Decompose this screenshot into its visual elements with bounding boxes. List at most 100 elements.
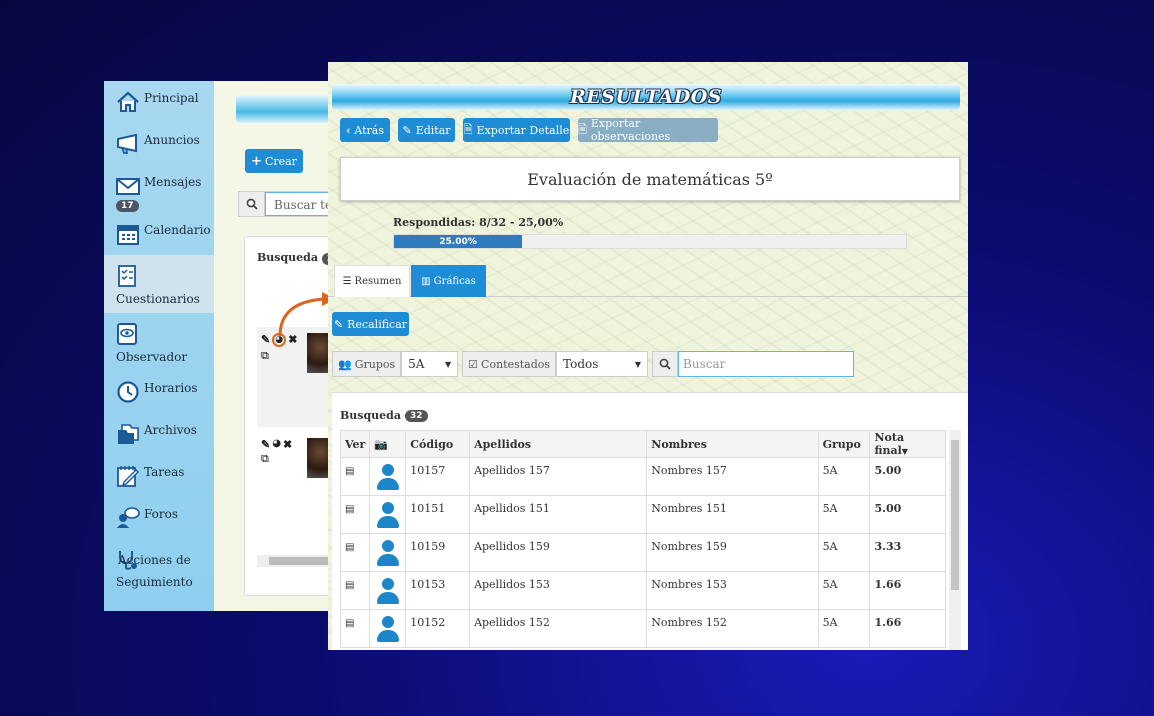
sidebar-item-cuestionarios[interactable]: Cuestionarios xyxy=(104,255,214,313)
eye-icon xyxy=(117,323,137,345)
view-cell[interactable]: ▤ xyxy=(339,571,371,610)
col-nota-final[interactable]: Nota final▼ xyxy=(869,430,946,458)
nota-cell: 5.00 xyxy=(869,457,946,496)
codigo-cell: 10159 xyxy=(405,533,471,572)
copy-icon[interactable]: ⧉ xyxy=(261,349,269,363)
tab-resumen[interactable]: ☰ Resumen xyxy=(334,265,410,297)
sidebar-item-horarios[interactable]: Horarios xyxy=(104,371,214,413)
vertical-scrollbar[interactable] xyxy=(949,430,961,650)
nota-cell: 5.00 xyxy=(869,495,946,534)
col-codigo[interactable]: Código xyxy=(405,430,471,458)
caret-down-icon: ▼ xyxy=(634,359,642,369)
grupo-cell: 5A xyxy=(817,609,871,648)
results-table: Ver 📷 Código Apellidos Nombres Grupo Not… xyxy=(339,430,946,648)
grupos-select[interactable]: 5A ▼ xyxy=(401,351,459,377)
table-row[interactable]: ▤ 10157 Apellidos 157 Nombres 157 5A 5.00 xyxy=(339,457,946,496)
plus-icon: + xyxy=(251,153,262,169)
view-details-icon[interactable]: ▤ xyxy=(345,466,354,477)
title-banner: RESULTADOS xyxy=(332,84,960,110)
pie-chart-icon[interactable]: ◕ xyxy=(272,438,281,451)
table-row[interactable]: ▤ 10151 Apellidos 151 Nombres 151 5A 5.00 xyxy=(339,495,946,534)
contestados-select[interactable]: Todos ▼ xyxy=(556,351,649,377)
view-details-icon[interactable]: ▤ xyxy=(345,542,354,553)
table-row[interactable]: ▤ 10152 Apellidos 152 Nombres 152 5A 1.66 xyxy=(339,609,946,648)
photo-cell xyxy=(369,609,407,648)
codigo-cell: 10152 xyxy=(405,609,471,648)
view-cell[interactable]: ▤ xyxy=(339,609,371,648)
notepad-icon xyxy=(117,466,139,487)
col-photo[interactable]: 📷 xyxy=(369,430,407,458)
apellidos-cell: Apellidos 153 xyxy=(469,571,648,610)
tab-graficas[interactable]: ▥ Gráficas xyxy=(411,265,486,297)
copy-icon[interactable]: ⧉ xyxy=(261,452,269,466)
view-details-icon[interactable]: ▤ xyxy=(345,504,354,515)
file-export-icon: 🗎 xyxy=(578,122,587,136)
view-cell[interactable]: ▤ xyxy=(339,533,371,572)
sidebar-item-label: Mensajes xyxy=(144,175,202,189)
sidebar-item-calendario[interactable]: Calendario xyxy=(104,213,214,255)
sidebar-item-observador[interactable]: Observador xyxy=(104,313,214,371)
view-details-icon[interactable]: ▤ xyxy=(345,618,354,629)
table-row[interactable]: ▤ 10159 Apellidos 159 Nombres 159 5A 3.33 xyxy=(339,533,946,572)
export-detail-button[interactable]: 🗎 Exportar Detalle xyxy=(463,118,570,142)
photo-cell xyxy=(369,533,407,572)
nombres-cell: Nombres 159 xyxy=(646,533,819,572)
bar-chart-icon: ▥ xyxy=(421,275,431,287)
recalificar-button[interactable]: ✎ Recalificar xyxy=(332,312,409,336)
sidebar-item-label: Acciones de Seguimiento xyxy=(116,553,193,589)
view-cell[interactable]: ▤ xyxy=(339,495,371,534)
grupo-cell: 5A xyxy=(817,495,871,534)
export-observations-button[interactable]: 🗎 Exportar observaciones xyxy=(578,117,718,143)
view-details-icon[interactable]: ▤ xyxy=(345,580,354,591)
responses-summary: Respondidas: 8/32 - 25,00% xyxy=(393,216,564,229)
back-button[interactable]: ‹ Atrás xyxy=(340,118,390,142)
user-avatar-icon xyxy=(376,540,400,568)
sidebar-item-mensajes[interactable]: Mensajes 17 xyxy=(104,165,214,213)
codigo-cell: 10157 xyxy=(405,457,471,496)
evaluation-title-box: Evaluación de matemáticas 5º xyxy=(340,157,960,201)
nota-cell: 1.66 xyxy=(869,571,946,610)
sidebar-item-anuncios[interactable]: Anuncios xyxy=(104,123,214,165)
sidebar-item-principal[interactable]: Principal xyxy=(104,81,214,123)
folders-icon xyxy=(118,424,139,444)
tab-bar: ☰ Resumen ▥ Gráficas xyxy=(328,265,968,297)
nota-cell: 1.66 xyxy=(869,609,946,648)
grupos-label: 👥 Grupos xyxy=(332,351,402,377)
forum-icon xyxy=(117,507,140,528)
view-cell[interactable]: ▤ xyxy=(339,457,371,496)
user-avatar-icon xyxy=(376,464,400,492)
photo-cell xyxy=(369,457,407,496)
sidebar-item-acciones[interactable]: Acciones de Seguimiento xyxy=(104,539,214,599)
col-ver[interactable]: Ver xyxy=(339,430,371,458)
user-avatar-icon xyxy=(376,502,400,530)
sidebar: Principal Anuncios Mensajes 17 Calendari… xyxy=(104,81,214,611)
grupo-cell: 5A xyxy=(817,457,871,496)
sidebar-item-label: Calendario xyxy=(144,223,211,237)
edit-button[interactable]: ✎ Editar xyxy=(398,118,455,142)
photo-cell xyxy=(369,571,407,610)
col-nombres[interactable]: Nombres xyxy=(646,430,819,458)
camera-icon: 📷 xyxy=(374,437,389,451)
sidebar-item-foros[interactable]: Foros xyxy=(104,497,214,539)
megaphone-icon xyxy=(117,133,137,154)
results-table-panel: Busqueda 32 Ver 📷 Código Apellidos Nombr… xyxy=(332,392,968,650)
create-button[interactable]: + Crear xyxy=(245,149,303,173)
col-apellidos[interactable]: Apellidos xyxy=(469,430,648,458)
table-row[interactable]: ▤ 10153 Apellidos 153 Nombres 153 5A 1.66 xyxy=(339,571,946,610)
file-export-icon: 🗎 xyxy=(463,122,473,136)
sidebar-item-tareas[interactable]: Tareas xyxy=(104,455,214,497)
sidebar-item-archivos[interactable]: Archivos xyxy=(104,413,214,455)
close-icon[interactable]: ✖ xyxy=(283,438,292,451)
home-icon xyxy=(117,91,139,112)
user-avatar-icon xyxy=(376,578,400,606)
edit-square-icon: ✎ xyxy=(333,317,344,331)
pencil-icon[interactable]: ✎ xyxy=(261,333,270,347)
caret-down-icon: ▼ xyxy=(445,359,452,369)
back-busqueda-label: Busqueda 2 xyxy=(257,251,339,265)
search-icon xyxy=(239,192,265,216)
col-grupo[interactable]: Grupo xyxy=(817,430,871,458)
photo-cell xyxy=(369,495,407,534)
list-icon: ☰ xyxy=(342,276,352,287)
table-search-input[interactable]: Buscar xyxy=(678,351,855,377)
pencil-icon[interactable]: ✎ xyxy=(261,438,270,451)
